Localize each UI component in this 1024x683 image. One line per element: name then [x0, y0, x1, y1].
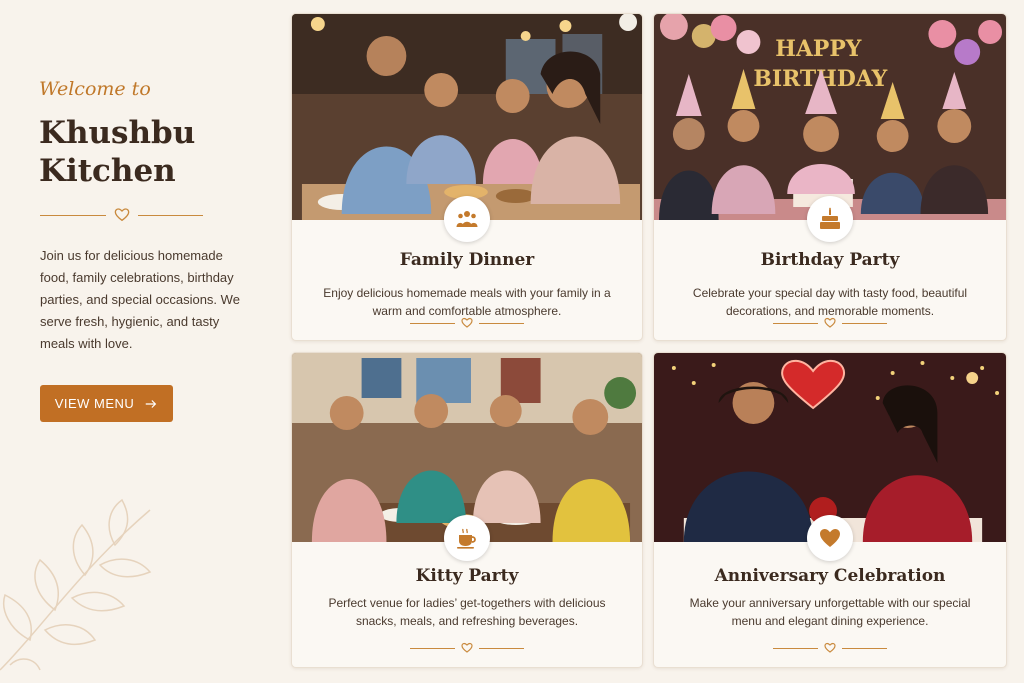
heart-outline-icon	[824, 317, 836, 328]
heart-outline-icon	[114, 208, 129, 222]
card-divider	[773, 316, 887, 330]
heart-outline-icon	[824, 642, 836, 653]
intro-description: Join us for delicious homemade food, fam…	[40, 248, 240, 351]
card-description: Make your anniversary unforgettable with…	[689, 596, 971, 628]
divider-line	[773, 647, 818, 649]
card-icon-badge	[444, 515, 490, 561]
happy-birthday-banner: HAPPY	[775, 36, 861, 62]
brand-name-line2: Kitchen	[39, 153, 176, 189]
welcome-text: Welcome to	[39, 78, 151, 100]
divider-line	[479, 322, 524, 324]
card-title: Anniversary Celebration	[714, 566, 946, 586]
card-description: Enjoy delicious homemade meals with your…	[323, 286, 611, 318]
birthday-party-photo: HAPPY BIRTHDAY	[654, 14, 1006, 220]
card-divider	[773, 641, 887, 655]
card-divider	[410, 316, 524, 330]
view-menu-label: VIEW MENU	[54, 396, 135, 411]
divider-line	[410, 322, 455, 324]
divider-line	[479, 647, 524, 649]
card-family-dinner[interactable]: Family Dinner Enjoy delicious homemade m…	[291, 13, 643, 341]
heart-outline-icon	[461, 642, 473, 653]
card-kitty-party[interactable]: Kitty Party Perfect venue for ladies’ ge…	[291, 352, 643, 668]
card-description: Celebrate your special day with tasty fo…	[692, 286, 968, 318]
divider-line	[773, 322, 818, 324]
cake-icon	[820, 207, 840, 229]
title-divider	[40, 206, 203, 224]
divider-line	[842, 647, 887, 649]
card-icon-badge	[444, 196, 490, 242]
leaf-decoration	[0, 498, 152, 671]
card-icon-badge	[807, 196, 853, 242]
card-title: Kitty Party	[415, 566, 519, 586]
family-dinner-photo	[292, 14, 642, 220]
tea-cup-icon	[457, 528, 476, 549]
brand-name-line1: Khushbu	[39, 115, 196, 151]
divider-line	[842, 322, 887, 324]
card-title: Family Dinner	[399, 250, 535, 270]
heart-outline-icon	[461, 317, 473, 328]
card-title: Birthday Party	[760, 250, 900, 270]
anniversary-celebration-photo	[654, 353, 1006, 542]
intro-panel: Welcome to Khushbu Kitchen Join us for d…	[0, 0, 285, 683]
family-icon	[456, 211, 478, 227]
kitty-party-photo	[292, 353, 642, 542]
arrow-right-icon	[146, 399, 157, 408]
divider-line	[40, 214, 106, 216]
card-icon-badge	[807, 515, 853, 561]
card-divider	[410, 641, 524, 655]
view-menu-button[interactable]: VIEW MENU	[40, 385, 173, 422]
divider-line	[410, 647, 455, 649]
card-description: Perfect venue for ladies’ get-togethers …	[328, 596, 606, 628]
card-birthday-party[interactable]: HAPPY BIRTHDAY Birthd	[653, 13, 1007, 341]
brand-name: Khushbu Kitchen	[39, 114, 259, 190]
heart-icon	[820, 529, 840, 547]
card-anniversary-celebration[interactable]: Anniversary Celebration Make your annive…	[653, 352, 1007, 668]
divider-line	[137, 214, 203, 216]
